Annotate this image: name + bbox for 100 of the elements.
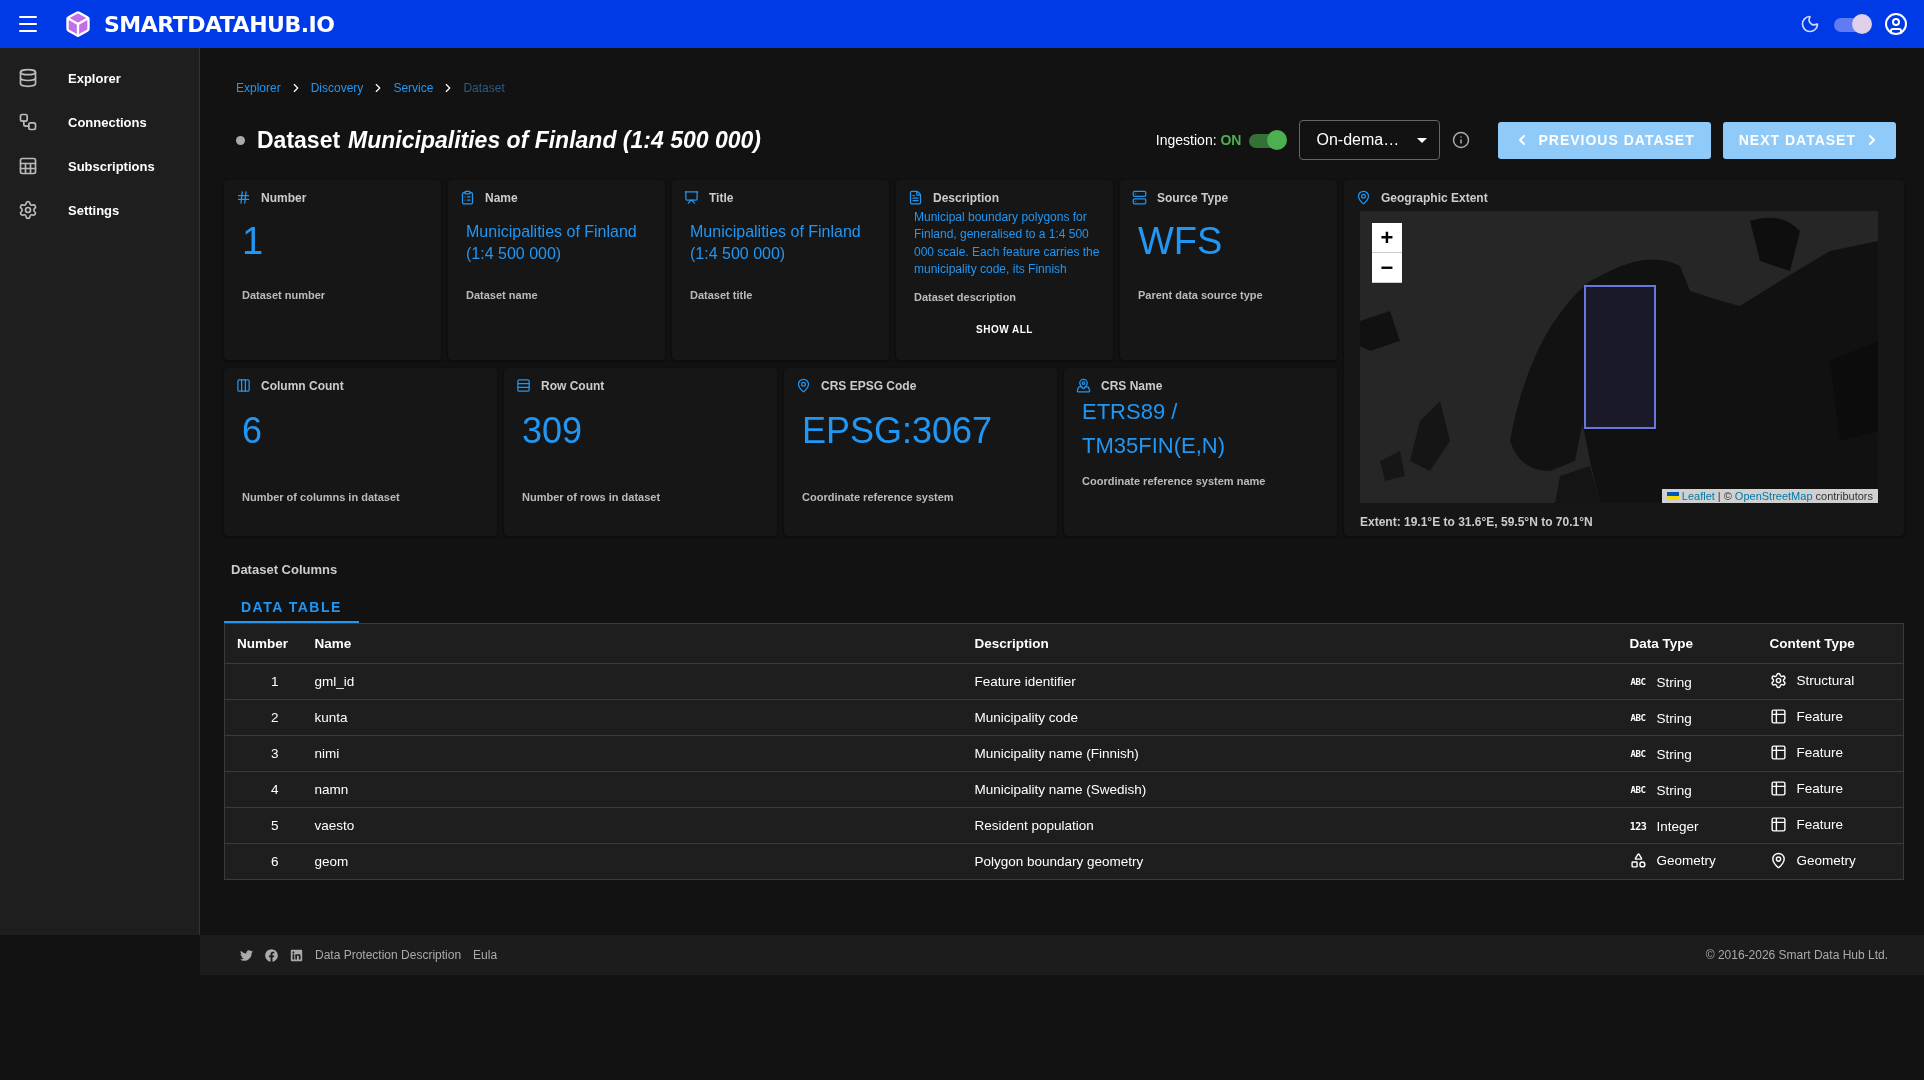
card-label: Number	[261, 190, 307, 205]
table-icon	[1769, 743, 1787, 761]
card-value: Municipal boundary polygons for Finland, generalised to a 1:4 500 000 scale. Each feature carries the municipality code, its Finnish	[914, 209, 1101, 279]
content-type-label: Feature	[1796, 816, 1844, 832]
sidebar-item[interactable]: Connections	[0, 100, 199, 144]
hash-icon	[236, 190, 251, 205]
type-code: 123	[1629, 820, 1647, 832]
column-header: Number	[224, 623, 303, 664]
account-icon[interactable]	[1884, 12, 1908, 36]
breadcrumb-link[interactable]: Explorer	[236, 81, 281, 95]
table-cell: Resident population	[962, 807, 1618, 844]
table-cell: kunta	[302, 699, 963, 736]
table-cell: vaesto	[302, 807, 963, 844]
card-caption: Dataset description	[914, 291, 1018, 303]
content-type-label: Geometry	[1796, 852, 1856, 868]
settings-icon	[18, 200, 38, 220]
card-label: CRS Name	[1101, 378, 1163, 393]
data-type-label: Geometry	[1656, 852, 1716, 868]
moon-icon[interactable]	[1800, 14, 1820, 34]
table-cell: geom	[302, 843, 963, 880]
table-cell: Municipality code	[962, 699, 1618, 736]
card-value: 1	[242, 221, 265, 264]
page-title: Dataset Municipalities of Finland (1:4 500 000)	[257, 126, 761, 154]
card-caption: Number of columns in dataset	[242, 491, 401, 503]
table-icon	[18, 156, 38, 176]
card-value: Municipalities of Finland (1:4 500 000)	[690, 222, 862, 265]
sidebar-item[interactable]: Explorer	[0, 56, 199, 100]
table-cell: Feature identifier	[962, 663, 1618, 700]
breadcrumb-link[interactable]: Discovery	[310, 81, 364, 95]
type-code: ABC	[1629, 749, 1647, 760]
data-type-label: String	[1656, 782, 1692, 798]
card-value: 6	[242, 411, 264, 453]
content-type-label: Feature	[1796, 744, 1844, 760]
info-icon[interactable]	[1452, 131, 1471, 149]
zoom-in-button[interactable]: +	[1372, 223, 1402, 253]
brand-name: SMARTDATAHUB.IO	[104, 11, 335, 37]
map-pin-icon	[1769, 851, 1787, 869]
table-icon	[1769, 779, 1787, 797]
table-icon	[1769, 707, 1787, 725]
data-type-label: String	[1656, 674, 1692, 690]
content-type-label: Feature	[1796, 780, 1844, 796]
table-cell: nimi	[302, 735, 963, 772]
column-header: Data Type	[1617, 623, 1758, 664]
card-label: Title	[709, 190, 734, 205]
status-dot	[236, 135, 245, 145]
card-caption: Coordinate reference system	[802, 491, 955, 503]
type-code: ABC	[1629, 677, 1647, 688]
flag-icon	[1666, 492, 1679, 500]
column-header: Content Type	[1757, 623, 1904, 664]
card-label: CRS EPSG Code	[821, 378, 917, 393]
cube-logo-icon	[64, 10, 92, 38]
footer-link[interactable]: Data Protection Description	[315, 948, 462, 962]
card-caption: Number of rows in dataset	[522, 491, 662, 503]
gear-icon	[1769, 671, 1787, 689]
ingestion-label: Ingestion: ON	[1155, 132, 1242, 148]
mode-select[interactable]: On-dema…	[1299, 120, 1441, 160]
card-caption: Parent data source type	[1138, 289, 1264, 301]
extent-text: Extent: 19.1°E to 31.6°E, 59.5°N to 70.1°N	[1360, 515, 1594, 529]
sidebar-item[interactable]: Settings	[0, 188, 199, 232]
map-pin-icon	[1076, 378, 1091, 393]
card-caption: Dataset number	[242, 289, 327, 301]
card-label: Geographic Extent	[1381, 190, 1488, 205]
card-value: EPSG:3067	[802, 411, 994, 453]
table-cell: 4	[224, 771, 303, 808]
type-code: ABC	[1629, 785, 1647, 796]
card-label: Description	[933, 190, 999, 205]
table-cell: Polygon boundary geometry	[962, 843, 1618, 880]
column-header: Name	[302, 623, 963, 664]
shapes-icon	[1629, 851, 1647, 869]
footer-link[interactable]: Eula	[473, 948, 498, 962]
card-caption: Dataset title	[690, 289, 754, 301]
sidebar-item[interactable]: Subscriptions	[0, 144, 199, 188]
breadcrumb-link[interactable]: Service	[393, 81, 434, 95]
title-icon	[684, 190, 699, 205]
table-cell: gml_id	[302, 663, 963, 700]
map-pin-icon	[796, 378, 811, 393]
caret-icon	[1417, 137, 1428, 143]
attribution-text: contributors	[1815, 490, 1873, 502]
card-label: Column Count	[261, 378, 344, 393]
card-value: Municipalities of Finland (1:4 500 000)	[466, 222, 638, 265]
card-label: Row Count	[541, 378, 605, 393]
column-header: Description	[962, 623, 1618, 664]
content-type-label: Feature	[1796, 708, 1844, 724]
table-icon	[1769, 815, 1787, 833]
type-code: ABC	[1629, 713, 1647, 724]
document-icon	[908, 190, 923, 205]
section-title: Dataset Columns	[230, 562, 339, 577]
server-icon	[1132, 190, 1147, 205]
card-caption: Dataset name	[466, 289, 539, 301]
rows-icon	[516, 378, 531, 393]
twitter-icon[interactable]	[240, 948, 253, 962]
show-all-button[interactable]: SHOW ALL	[970, 323, 1039, 336]
linkedin-icon[interactable]	[290, 948, 303, 962]
facebook-icon[interactable]	[265, 948, 278, 962]
card-label: Name	[485, 190, 518, 205]
card-value: 309	[522, 411, 584, 453]
data-type-label: String	[1656, 710, 1692, 726]
card-caption: Coordinate reference system name	[1082, 475, 1267, 487]
table-cell: namn	[302, 771, 963, 808]
table-cell: Municipality name (Finnish)	[962, 735, 1618, 772]
